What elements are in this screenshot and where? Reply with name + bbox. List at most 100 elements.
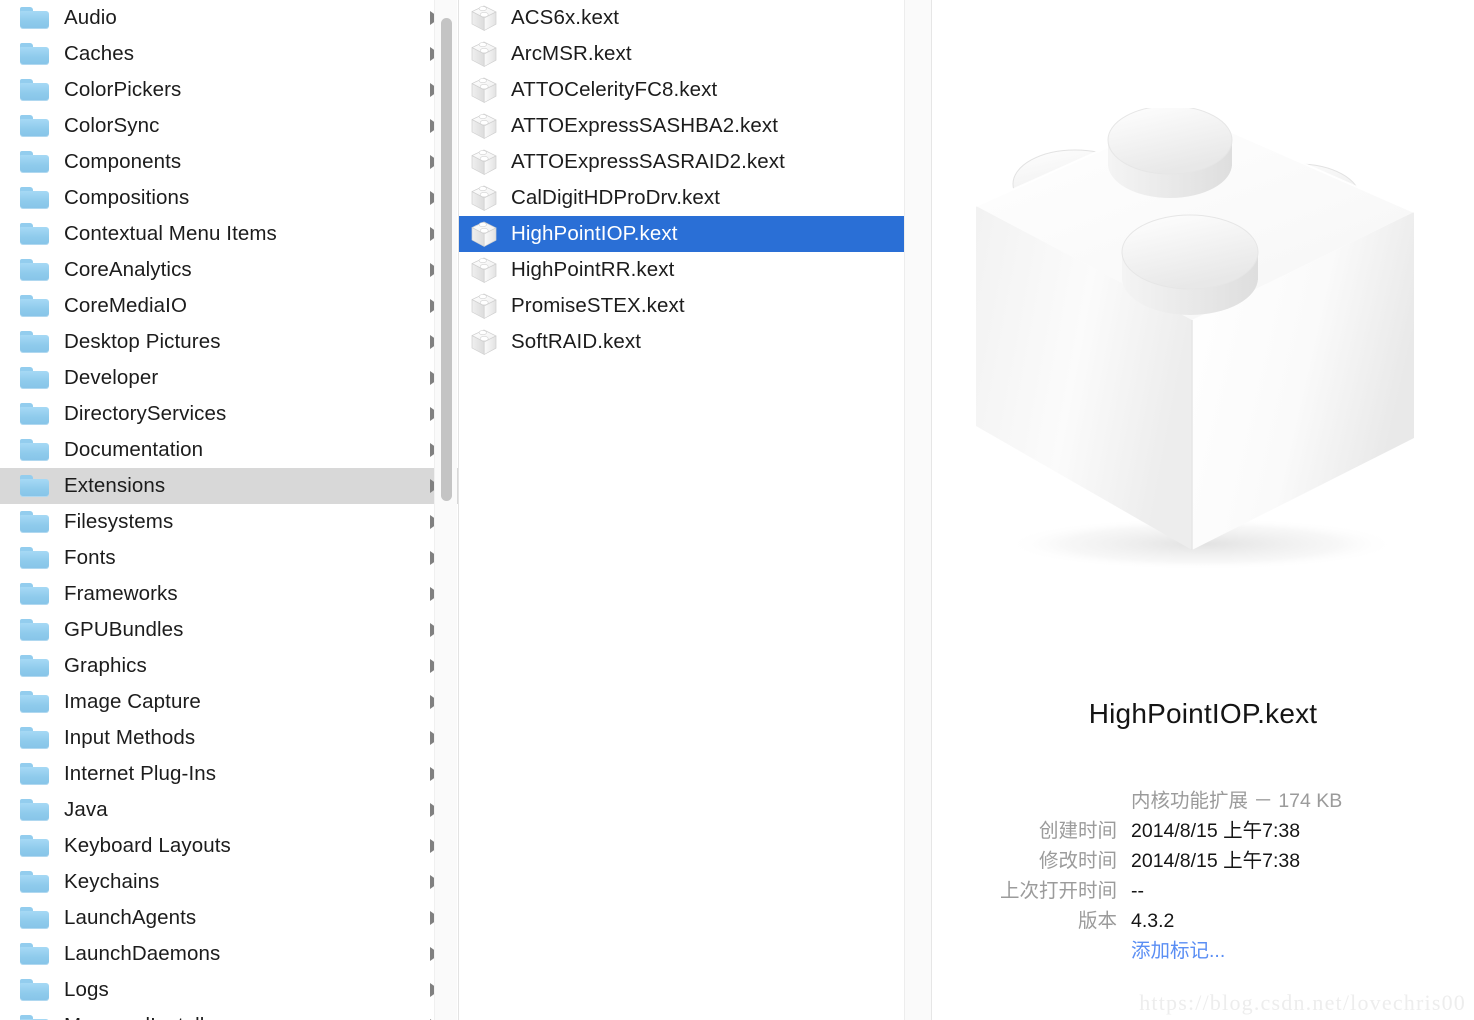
metadata-label: 上次打开时间 bbox=[999, 880, 1117, 902]
folder-label: LaunchDaemons bbox=[64, 941, 221, 965]
file-list: ACS6x.kext ArcMSR.kext ATTOCelerityFC8.kex… bbox=[459, 0, 932, 360]
list-item[interactable]: SoftRAID.kext bbox=[459, 324, 904, 360]
folder-label: Filesystems bbox=[64, 509, 174, 533]
table-row: 修改时间 2014/8/15 上午7:38 bbox=[932, 846, 1474, 876]
sidebar-item-extensions[interactable]: Extensions bbox=[0, 468, 458, 504]
add-tags-spacer bbox=[932, 936, 1131, 966]
folder-label: LaunchAgents bbox=[64, 905, 197, 929]
folder-label: Image Capture bbox=[64, 689, 201, 713]
sidebar-item-keyboard-layouts[interactable]: Keyboard Layouts bbox=[0, 828, 458, 864]
list-item[interactable]: ATTOExpressSASHBA2.kext bbox=[459, 108, 904, 144]
list-item[interactable]: HighPointRR.kext bbox=[459, 252, 904, 288]
metadata-label: 修改时间 bbox=[1038, 850, 1117, 872]
sidebar-item-directoryservices[interactable]: DirectoryServices bbox=[0, 396, 458, 432]
metadata-value: 4.3.2 bbox=[1131, 910, 1175, 932]
folder-label: Audio bbox=[64, 5, 117, 29]
sidebar-item-graphics[interactable]: Graphics bbox=[0, 648, 458, 684]
metadata-label: 创建时间 bbox=[1038, 820, 1117, 842]
finder-window: Audio Caches ColorPickers ColorSync Componen… bbox=[0, 0, 1474, 1020]
table-row: 创建时间 2014/8/15 上午7:38 bbox=[932, 816, 1474, 846]
list-item[interactable]: PromiseSTEX.kext bbox=[459, 288, 904, 324]
sidebar-item-gpubundles[interactable]: GPUBundles bbox=[0, 612, 458, 648]
file-label: ArcMSR.kext bbox=[511, 41, 632, 65]
file-label: CalDigitHDProDrv.kext bbox=[511, 185, 721, 209]
folder-label: Internet Plug-Ins bbox=[64, 761, 217, 785]
kernel-extension-icon bbox=[471, 4, 497, 32]
sidebar-item-java[interactable]: Java bbox=[0, 792, 458, 828]
preview-file-name: HighPointIOP.kext bbox=[1088, 698, 1318, 729]
list-item[interactable]: ACS6x.kext bbox=[459, 0, 904, 36]
folder-icon bbox=[20, 835, 49, 857]
sidebar-item-fonts[interactable]: Fonts bbox=[0, 540, 458, 576]
list-item[interactable]: ATTOCelerityFC8.kext bbox=[459, 72, 904, 108]
sidebar-item-filesystems[interactable]: Filesystems bbox=[0, 504, 458, 540]
sidebar-item-image-capture[interactable]: Image Capture bbox=[0, 684, 458, 720]
kernel-extension-icon bbox=[471, 40, 497, 68]
sidebar-item-launchdaemons[interactable]: LaunchDaemons bbox=[0, 936, 458, 972]
column-folders[interactable]: Audio Caches ColorPickers ColorSync Componen… bbox=[0, 0, 459, 1020]
metadata-value: 2014/8/15 上午7:38 bbox=[1131, 850, 1301, 872]
scrollbar-thumb[interactable] bbox=[441, 18, 452, 501]
sidebar-item-desktop-pictures[interactable]: Desktop Pictures bbox=[0, 324, 458, 360]
sidebar-item-colorpickers[interactable]: ColorPickers bbox=[0, 72, 458, 108]
file-label: ATTOExpressSASRAID2.kext bbox=[511, 149, 785, 173]
folder-icon bbox=[20, 907, 49, 929]
column-files[interactable]: ACS6x.kext ArcMSR.kext ATTOCelerityFC8.kex… bbox=[459, 0, 932, 1020]
folder-list: Audio Caches ColorPickers ColorSync Componen… bbox=[0, 0, 458, 1020]
folder-icon bbox=[20, 259, 49, 281]
kernel-extension-icon bbox=[471, 220, 497, 248]
folder-label: GPUBundles bbox=[64, 617, 184, 641]
kernel-extension-brick-icon bbox=[962, 108, 1428, 584]
folder-label: Caches bbox=[64, 41, 135, 65]
folder-icon bbox=[20, 151, 49, 173]
list-item[interactable]: HighPointIOP.kext bbox=[459, 216, 904, 252]
folder-label: Graphics bbox=[64, 653, 147, 677]
sidebar-item-contextual-menu-items[interactable]: Contextual Menu Items bbox=[0, 216, 458, 252]
sidebar-item-keychains[interactable]: Keychains bbox=[0, 864, 458, 900]
metadata-value: 2014/8/15 上午7:38 bbox=[1131, 820, 1301, 842]
sidebar-item-input-methods[interactable]: Input Methods bbox=[0, 720, 458, 756]
folder-icon bbox=[20, 583, 49, 605]
sidebar-item-colorsync[interactable]: ColorSync bbox=[0, 108, 458, 144]
column-divider[interactable] bbox=[904, 0, 932, 1020]
folder-icon bbox=[20, 619, 49, 641]
list-item[interactable]: CalDigitHDProDrv.kext bbox=[459, 180, 904, 216]
sidebar-item-managedinstalls[interactable]: ManagedInstalls bbox=[0, 1008, 458, 1020]
folder-icon bbox=[20, 511, 49, 533]
folder-label: Fonts bbox=[64, 545, 116, 569]
sidebar-item-caches[interactable]: Caches bbox=[0, 36, 458, 72]
sidebar-item-coremediaio[interactable]: CoreMediaIO bbox=[0, 288, 458, 324]
column-folders-scrollbar[interactable] bbox=[434, 0, 457, 1020]
sidebar-item-compositions[interactable]: Compositions bbox=[0, 180, 458, 216]
metadata-label: 版本 bbox=[1077, 910, 1117, 932]
watermark: https://blog.csdn.net/lovechris00 bbox=[1139, 990, 1466, 1015]
add-tags-link[interactable]: 添加标记... bbox=[1131, 936, 1474, 966]
folder-icon bbox=[20, 655, 49, 677]
sidebar-item-launchagents[interactable]: LaunchAgents bbox=[0, 900, 458, 936]
kernel-extension-icon bbox=[471, 256, 497, 284]
folder-icon bbox=[20, 799, 49, 821]
sidebar-item-audio[interactable]: Audio bbox=[0, 0, 458, 36]
folder-icon bbox=[20, 727, 49, 749]
folder-icon bbox=[20, 187, 49, 209]
sidebar-item-developer[interactable]: Developer bbox=[0, 360, 458, 396]
folder-icon bbox=[20, 763, 49, 785]
folder-label: ColorPickers bbox=[64, 77, 182, 101]
folder-label: Components bbox=[64, 149, 182, 173]
sidebar-item-frameworks[interactable]: Frameworks bbox=[0, 576, 458, 612]
folder-icon bbox=[20, 331, 49, 353]
folder-label: Input Methods bbox=[64, 725, 196, 749]
folder-icon bbox=[20, 403, 49, 425]
list-item[interactable]: ATTOExpressSASRAID2.kext bbox=[459, 144, 904, 180]
folder-icon bbox=[20, 79, 49, 101]
folder-icon bbox=[20, 475, 49, 497]
sidebar-item-documentation[interactable]: Documentation bbox=[0, 432, 458, 468]
sidebar-item-logs[interactable]: Logs bbox=[0, 972, 458, 1008]
sidebar-item-components[interactable]: Components bbox=[0, 144, 458, 180]
folder-label: ManagedInstalls bbox=[64, 1015, 215, 1020]
sidebar-item-internet-plug-ins[interactable]: Internet Plug-Ins bbox=[0, 756, 458, 792]
sidebar-item-coreanalytics[interactable]: CoreAnalytics bbox=[0, 252, 458, 288]
kernel-extension-icon bbox=[471, 112, 497, 140]
metadata-row-kind: 内核功能扩展 － 174 KB bbox=[932, 786, 1474, 816]
list-item[interactable]: ArcMSR.kext bbox=[459, 36, 904, 72]
